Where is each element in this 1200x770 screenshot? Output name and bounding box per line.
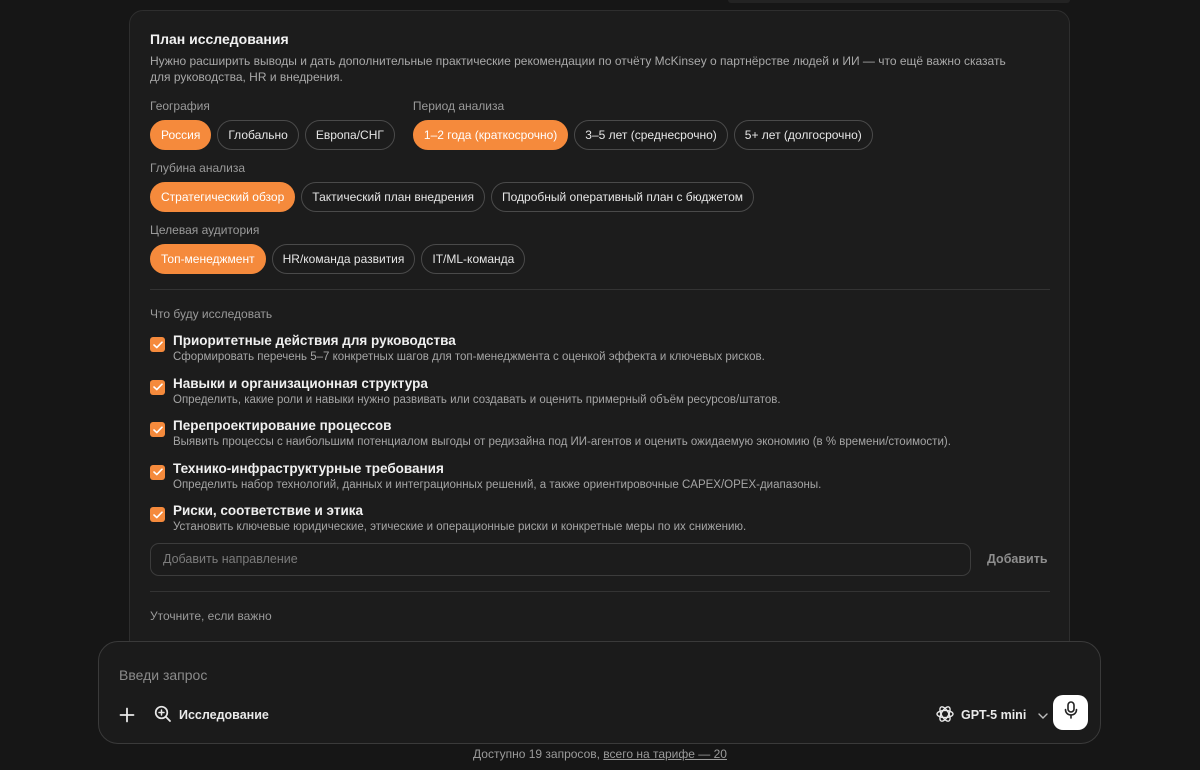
checkbox-checked-icon[interactable]: [150, 337, 165, 352]
chip-period-short[interactable]: 1–2 года (краткосрочно): [412, 120, 569, 150]
checklist-item-desc: Определить набор технологий, данных и ин…: [173, 478, 822, 491]
research-section-label: Что буду исследовать: [150, 307, 273, 321]
geography-group: География Россия Глобально Европа/СНГ: [150, 99, 395, 150]
audience-label: Целевая аудитория: [150, 223, 260, 237]
clarify-label: Уточните, если важно: [150, 608, 272, 623]
microphone-icon: [1063, 701, 1079, 724]
checkbox-checked-icon[interactable]: [150, 379, 165, 395]
chip-audience-hr[interactable]: HR/команда развития: [271, 244, 416, 274]
openai-logo-icon: [935, 704, 955, 727]
chip-depth-strategic[interactable]: Стратегический обзор: [150, 182, 296, 212]
checklist-item-desc: Сформировать перечень 5–7 конкретных шаг…: [173, 351, 765, 363]
chip-period-long[interactable]: 5+ лет (долгосрочно): [733, 120, 873, 150]
checklist-item-desc: Определить, какие роли и навыки нужно ра…: [173, 393, 781, 406]
plan-title: План исследования: [150, 31, 289, 47]
research-plan-panel: План исследования Нужно расширить выводы…: [129, 10, 1070, 670]
model-name: GPT-5 mini: [961, 708, 1027, 722]
chevron-down-icon: [1038, 708, 1048, 722]
chip-geography-russia[interactable]: Россия: [150, 120, 212, 150]
period-label: Период анализа: [412, 99, 505, 113]
checkbox-checked-icon[interactable]: [150, 464, 165, 480]
plan-subtitle: Нужно расширить выводы и дать дополнител…: [150, 54, 1006, 84]
research-mode-button[interactable]: Исследование: [154, 704, 269, 726]
checklist-item-title: Риски, соответствие и этика: [173, 503, 364, 518]
checklist-item[interactable]: Перепроектирование процессов Выявить про…: [150, 412, 1050, 455]
chip-period-mid[interactable]: 3–5 лет (среднесрочно): [574, 120, 728, 150]
zoom-search-icon: [154, 705, 172, 726]
add-direction-input[interactable]: [150, 542, 971, 576]
audience-group: Целевая аудитория Топ-менеджмент HR/кома…: [150, 223, 526, 274]
research-mode-label: Исследование: [179, 708, 269, 722]
checkbox-checked-icon[interactable]: [150, 507, 165, 522]
chip-audience-it-ml[interactable]: IT/ML-команда: [421, 244, 526, 274]
checklist-item-desc: Выявить процессы с наибольшим потенциало…: [173, 436, 951, 448]
model-selector[interactable]: GPT-5 mini: [935, 703, 1048, 727]
checklist-item-desc: Установить ключевые юридические, этическ…: [173, 521, 747, 533]
checklist-item[interactable]: Риски, соответствие и этика Установить к…: [150, 497, 1050, 540]
checklist-item-title: Перепроектирование процессов: [173, 418, 392, 433]
prompt-composer: Исследование GPT-5 mini: [98, 641, 1101, 744]
depth-label: Глубина анализа: [150, 161, 246, 175]
chip-depth-tactical[interactable]: Тактический план внедрения: [301, 182, 485, 212]
checklist-item[interactable]: Приоритетные действия для руководства Сф…: [150, 327, 1050, 370]
divider: [150, 289, 1050, 290]
depth-group: Глубина анализа Стратегический обзор Так…: [150, 161, 754, 212]
prompt-input[interactable]: [119, 667, 1019, 683]
checklist-item-title: Приоритетные действия для руководства: [173, 333, 456, 348]
period-group: Период анализа 1–2 года (краткосрочно) 3…: [412, 99, 873, 150]
checkbox-checked-icon[interactable]: [150, 422, 165, 437]
top-bar-fragment: [728, 0, 1070, 3]
checklist-item-title: Технико-инфраструктурные требования: [173, 460, 444, 476]
geography-label: География: [150, 99, 210, 113]
chip-geography-europe-cis[interactable]: Европа/СНГ: [304, 120, 395, 150]
plan-limit-link[interactable]: всего на тарифе — 20: [603, 747, 727, 761]
chip-audience-top-management[interactable]: Топ-менеджмент: [150, 244, 266, 274]
checklist-item[interactable]: Технико-инфраструктурные требования Опре…: [150, 455, 1050, 498]
divider: [150, 590, 1050, 592]
quota-footer: Доступно 19 запросов, всего на тарифе — …: [0, 747, 1200, 761]
chip-depth-operational[interactable]: Подробный оперативный план с бюджетом: [490, 182, 754, 212]
add-direction-button[interactable]: Добавить: [987, 552, 1048, 566]
plus-icon[interactable]: [117, 705, 137, 725]
checklist-item[interactable]: Навыки и организационная структура Опред…: [150, 370, 1050, 413]
research-checklist: Приоритетные действия для руководства Сф…: [150, 327, 1050, 540]
microphone-button[interactable]: [1053, 695, 1088, 730]
chip-geography-global[interactable]: Глобально: [217, 120, 299, 150]
quota-text: Доступно 19 запросов,: [473, 747, 600, 761]
checklist-item-title: Навыки и организационная структура: [173, 375, 428, 391]
